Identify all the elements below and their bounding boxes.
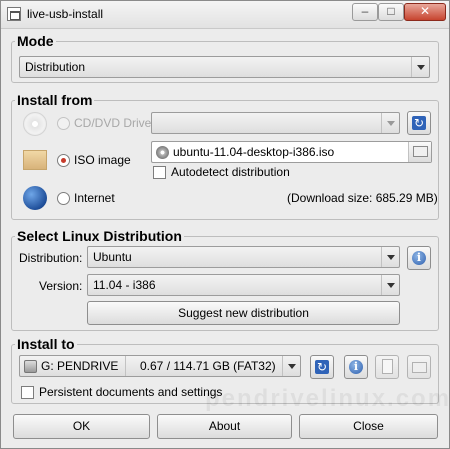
drive-info-button[interactable]: i: [344, 355, 368, 379]
app-icon: [7, 7, 21, 21]
mode-title: Mode: [15, 33, 56, 49]
autodetect-label: Autodetect distribution: [171, 165, 290, 179]
new-document-button[interactable]: [375, 355, 399, 379]
iso-file-field[interactable]: ubuntu-11.04-desktop-i386.iso: [151, 141, 432, 163]
globe-icon: [23, 186, 47, 210]
refresh-drives-button[interactable]: ↻: [310, 355, 334, 379]
maximize-button[interactable]: □: [378, 3, 404, 21]
about-button[interactable]: About: [157, 414, 292, 439]
folder-icon: [413, 146, 428, 157]
mode-select[interactable]: Distribution: [19, 56, 430, 78]
open-folder-button[interactable]: [407, 355, 431, 379]
disc-icon: [156, 146, 169, 159]
target-drive-select[interactable]: G: PENDRIVE 0.67 / 114.71 GB (FAT32): [19, 355, 301, 377]
refresh-icon: ↻: [412, 116, 426, 130]
install-to-title: Install to: [15, 336, 77, 352]
download-size: (Download size: 685.29 MB): [287, 191, 438, 205]
app-window: live-usb-install – □ ✕ Mode Distribution…: [0, 0, 450, 449]
iso-image-label: ISO image: [74, 153, 131, 167]
chevron-down-icon: [282, 356, 300, 376]
chevron-down-icon: [381, 247, 399, 267]
chevron-down-icon: [381, 275, 399, 295]
distribution-select-value: Ubuntu: [93, 250, 132, 264]
ok-button[interactable]: OK: [13, 414, 150, 439]
internet-label: Internet: [74, 191, 115, 205]
iso-image-icon: [23, 150, 47, 170]
cd-dvd-label: CD/DVD Drive: [74, 116, 152, 130]
info-icon: i: [412, 251, 426, 265]
persistent-checkbox[interactable]: [21, 386, 34, 399]
watermark: pendrivelinux.com: [205, 385, 450, 412]
window-title: live-usb-install: [27, 7, 104, 21]
title-bar[interactable]: live-usb-install – □ ✕: [1, 1, 449, 29]
info-icon: i: [349, 360, 363, 374]
version-label: Version:: [39, 279, 83, 293]
drive-icon: [24, 360, 37, 373]
browse-iso-button[interactable]: [408, 142, 431, 162]
chevron-down-icon: [411, 57, 429, 77]
autodetect-checkbox[interactable]: [153, 166, 166, 179]
internet-radio[interactable]: [57, 192, 70, 205]
iso-image-radio[interactable]: [57, 154, 70, 167]
mode-select-value: Distribution: [25, 60, 86, 74]
distribution-label: Distribution:: [19, 251, 83, 265]
cd-dvd-select[interactable]: [151, 112, 400, 134]
minimize-button[interactable]: –: [352, 3, 378, 21]
iso-file-value: ubuntu-11.04-desktop-i386.iso: [173, 145, 335, 159]
distribution-info-button[interactable]: i: [407, 246, 431, 270]
chevron-down-icon: [381, 113, 399, 133]
folder-icon: [412, 362, 427, 373]
target-drive-name: G: PENDRIVE: [41, 359, 119, 373]
persistent-label: Persistent documents and settings: [39, 385, 223, 399]
cd-dvd-radio[interactable]: [57, 117, 70, 130]
close-button[interactable]: Close: [299, 414, 438, 439]
distribution-select[interactable]: Ubuntu: [87, 246, 400, 268]
suggest-distribution-button[interactable]: Suggest new distribution: [87, 301, 400, 325]
refresh-cd-button[interactable]: ↻: [407, 111, 431, 135]
version-select[interactable]: 11.04 - i386: [87, 274, 400, 296]
refresh-icon: ↻: [315, 360, 329, 374]
document-icon: [382, 359, 393, 374]
distribution-title: Select Linux Distribution: [15, 228, 184, 244]
version-select-value: 11.04 - i386: [93, 278, 156, 292]
install-from-title: Install from: [15, 92, 95, 108]
close-window-button[interactable]: ✕: [404, 3, 446, 21]
cd-drive-icon: [23, 112, 47, 136]
target-drive-capacity: 0.67 / 114.71 GB (FAT32): [125, 356, 276, 376]
